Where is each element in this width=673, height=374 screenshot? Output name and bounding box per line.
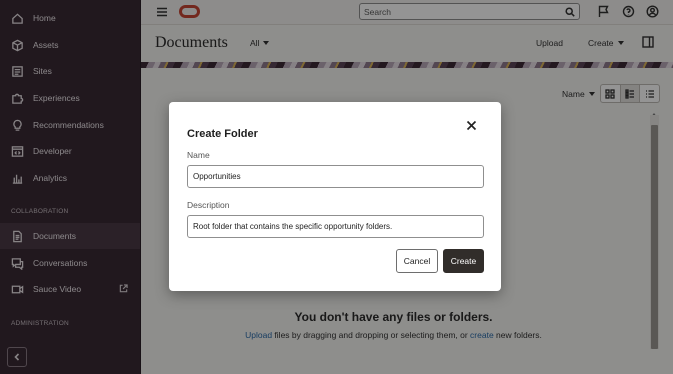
description-field	[187, 215, 484, 238]
close-icon[interactable]	[466, 120, 477, 131]
create-button[interactable]: Create	[443, 249, 484, 273]
name-input[interactable]	[193, 172, 483, 181]
description-input[interactable]	[193, 222, 483, 231]
cancel-button[interactable]: Cancel	[396, 249, 438, 273]
description-label: Description	[187, 200, 230, 210]
name-field	[187, 165, 484, 188]
create-folder-dialog: Create Folder Name Description Cancel Cr…	[169, 102, 501, 291]
name-label: Name	[187, 150, 210, 160]
dialog-title: Create Folder	[187, 128, 258, 140]
